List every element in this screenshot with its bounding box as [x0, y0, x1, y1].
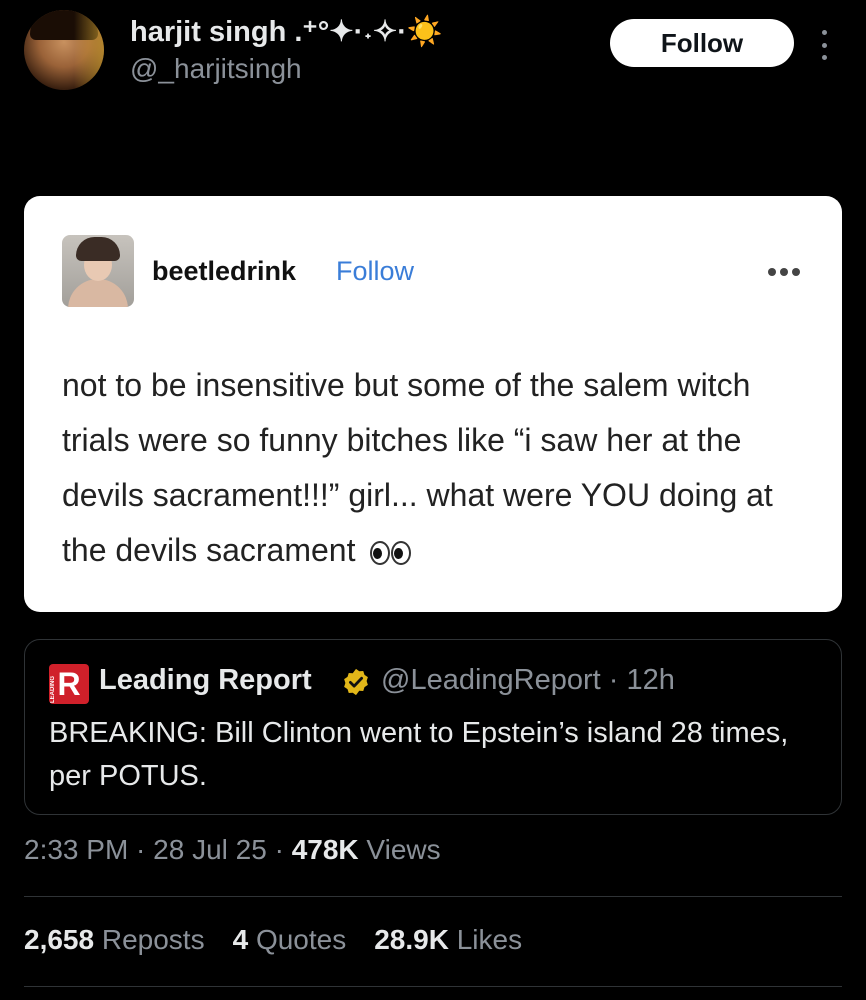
logo-letter: R [57, 666, 81, 702]
views-count: 478K [291, 834, 359, 865]
eye-left [370, 540, 391, 565]
reposts-label: Reposts [101, 924, 205, 955]
more-dot [792, 268, 800, 276]
quoted-handle-time: @LeadingReport · 12h [381, 664, 675, 696]
embedded-post-image[interactable]: beetledrink Follow not to be insensitive… [24, 196, 842, 612]
avatar-shoulders [68, 279, 128, 307]
logo-caption: LEADING [50, 676, 56, 703]
avatar-light [74, 10, 104, 90]
tweet-date[interactable]: 28 Jul 25 [153, 834, 267, 865]
verified-badge-icon [344, 668, 368, 696]
more-dot [821, 42, 827, 48]
follow-button[interactable]: Follow [610, 19, 794, 67]
author-handle[interactable]: @_harjitsingh [130, 53, 302, 85]
eye-right [391, 540, 412, 565]
reposts-stat[interactable]: 2,658 Reposts [24, 924, 205, 956]
divider [24, 896, 842, 897]
author-name[interactable]: harjit singh .⁺°✦·˖✧·☀️ [130, 14, 443, 49]
more-dot [780, 268, 788, 276]
views-label: Views [366, 834, 441, 865]
more-dot [821, 30, 827, 35]
avatar-hair [76, 237, 120, 261]
likes-stat[interactable]: 28.9K Likes [374, 924, 522, 956]
author-avatar[interactable] [24, 10, 104, 90]
divider [24, 986, 842, 987]
quoted-text: BREAKING: Bill Clinton went to Epstein’s… [49, 717, 789, 792]
embedded-follow-link: Follow [336, 256, 415, 286]
quotes-label: Quotes [255, 924, 347, 955]
embedded-username: beetledrink [152, 256, 297, 286]
more-options-icon[interactable] [818, 30, 830, 60]
quoted-author-name: Leading Report [99, 664, 312, 696]
leading-report-logo-icon: R LEADING [49, 664, 89, 704]
tweet-meta: 2:33 PM · 28 Jul 25 · 478K Views [24, 834, 441, 865]
quotes-stat[interactable]: 4 Quotes [233, 924, 347, 956]
quotes-count: 4 [232, 924, 249, 955]
likes-label: Likes [456, 924, 523, 955]
likes-count: 28.9K [374, 924, 449, 955]
quoted-tweet[interactable]: R LEADING Leading Report @LeadingReport … [24, 639, 842, 815]
embedded-post-body: not to be insensitive but some of the sa… [62, 367, 773, 568]
more-dot [768, 268, 776, 276]
more-dot [821, 55, 827, 60]
embedded-post-text: not to be insensitive but some of the sa… [62, 358, 822, 578]
eyes-emoji-icon [370, 540, 412, 565]
reposts-count: 2,658 [24, 924, 95, 955]
tweet-time[interactable]: 2:33 PM [24, 834, 128, 865]
embedded-more-icon [768, 268, 800, 276]
engagement-stats: 2,658 Reposts 4 Quotes 28.9K Likes [24, 924, 522, 956]
embedded-avatar [62, 235, 134, 307]
